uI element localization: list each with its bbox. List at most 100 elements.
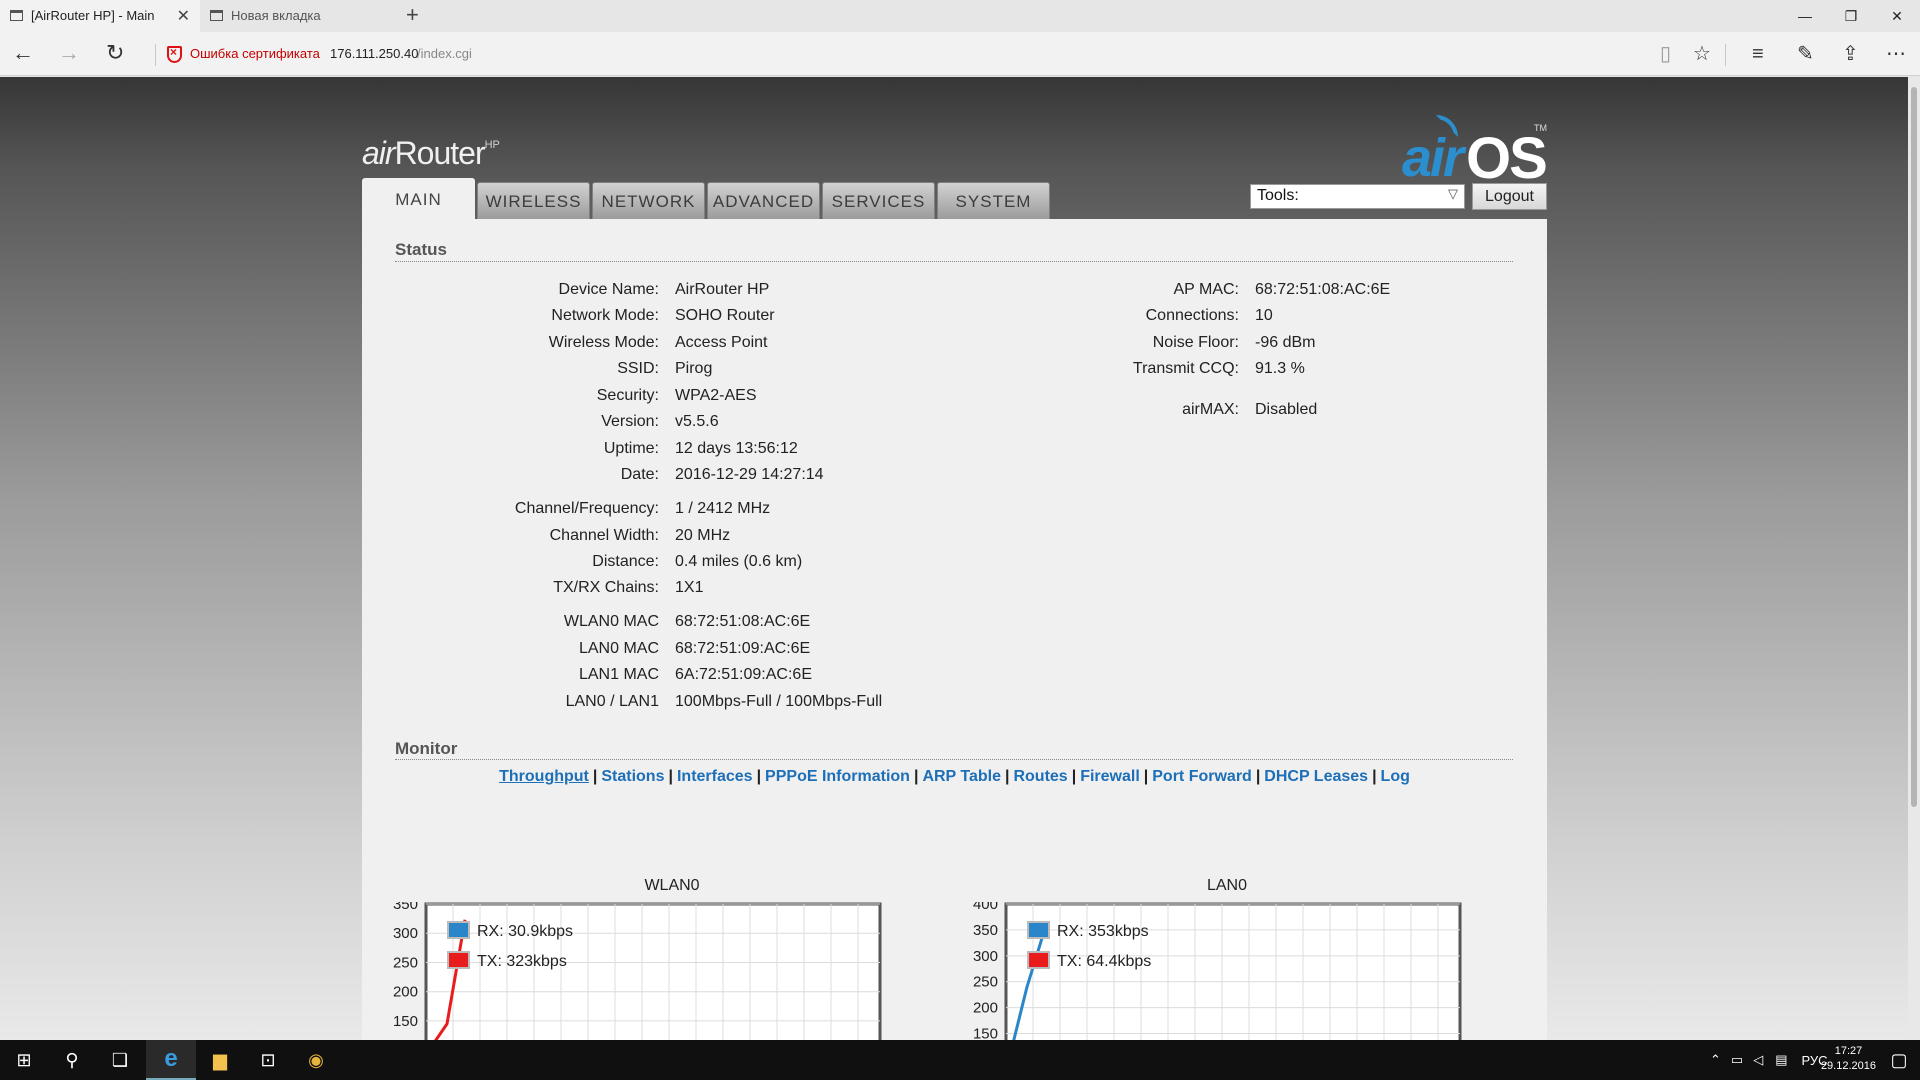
more-icon[interactable]: ⋯: [1886, 42, 1906, 66]
status-value: 10: [1255, 307, 1273, 324]
browser-tab-inactive[interactable]: Новая вкладка: [200, 0, 398, 32]
reading-view-icon[interactable]: ▯: [1660, 42, 1671, 66]
status-label: LAN1 MAC: [578, 666, 659, 683]
monitor-link-pppoe[interactable]: PPPoE Information: [765, 768, 910, 785]
monitor-link-routes[interactable]: Routes: [1013, 768, 1067, 785]
close-tab-icon[interactable]: ✕: [177, 6, 190, 26]
forward-arrow-icon[interactable]: →: [58, 41, 80, 65]
status-label: Connections:: [1145, 307, 1239, 324]
chrome-icon[interactable]: ◉: [292, 1040, 340, 1080]
divider: [155, 44, 156, 66]
clock-time: 17:27: [1834, 1045, 1863, 1057]
certificate-error-label[interactable]: Ошибка сертификата: [190, 46, 320, 61]
status-label: LAN0 MAC: [578, 640, 659, 657]
monitor-link-stations[interactable]: Stations: [601, 768, 664, 785]
link-separator: |: [1143, 768, 1149, 785]
status-label: Transmit CCQ:: [1132, 360, 1239, 377]
search-icon[interactable]: ⚲: [48, 1040, 96, 1080]
address-bar: ← → ↻ Ошибка сертификата 176.111.250.40 …: [0, 32, 1920, 76]
monitor-link-log[interactable]: Log: [1381, 768, 1410, 785]
main-nav-tabs: MAIN WIRELESS NETWORK ADVANCED SERVICES …: [362, 178, 1052, 220]
y-tick-label: 350: [393, 902, 418, 913]
tab-services[interactable]: SERVICES: [822, 182, 935, 220]
status-value: 2016-12-29 14:27:14: [675, 466, 824, 483]
back-arrow-icon[interactable]: ←: [12, 41, 34, 65]
taskbar-clock[interactable]: 17:27 29.12.2016: [1821, 1044, 1876, 1074]
status-label: Channel Width:: [549, 527, 659, 544]
favorite-star-icon[interactable]: ☆: [1693, 42, 1711, 66]
page-viewport: airRouterHP air OS TM MAIN WIRELESS NETW…: [0, 77, 1920, 1040]
browser-tab-bar: [AirRouter HP] - Main ✕ Новая вкладка + …: [0, 0, 1920, 32]
new-tab-button[interactable]: +: [406, 3, 419, 27]
share-icon[interactable]: ⇪: [1842, 42, 1859, 66]
status-value: 1 / 2412 MHz: [675, 500, 771, 517]
y-tick-label: 200: [393, 984, 418, 1001]
legend-swatch: [1027, 921, 1050, 939]
hub-icon[interactable]: ≡: [1752, 42, 1764, 66]
legend-swatch: [1027, 951, 1050, 969]
scrollbar-thumb[interactable]: [1911, 87, 1917, 807]
tab-title: Новая вкладка: [231, 8, 321, 23]
network-icon[interactable]: ▭: [1731, 1052, 1743, 1068]
chart-title-wlan0: WLAN0: [644, 877, 700, 894]
edge-browser-icon[interactable]: e: [146, 1040, 196, 1080]
chevron-down-icon: ▽: [1448, 186, 1458, 201]
tab-system[interactable]: SYSTEM: [937, 182, 1050, 220]
y-tick-label: 150: [393, 1013, 418, 1030]
y-tick-label: 350: [973, 922, 998, 939]
page-scrollbar[interactable]: [1908, 77, 1920, 1040]
certificate-error-icon[interactable]: [167, 45, 182, 63]
lan0-throughput-chart: 50100150200250300350400RX: 353kbpsTX: 64…: [973, 902, 1462, 1040]
status-value: 91.3 %: [1255, 360, 1305, 377]
legend-label: TX: 323kbps: [477, 953, 567, 970]
monitor-link-firewall[interactable]: Firewall: [1080, 768, 1140, 785]
status-value: 68:72:51:08:AC:6E: [1255, 281, 1391, 298]
notification-center-icon[interactable]: ▢: [1878, 1040, 1920, 1080]
link-separator: |: [913, 768, 919, 785]
store-icon[interactable]: ⊡: [244, 1040, 292, 1080]
tools-dropdown[interactable]: Tools: ▽: [1250, 184, 1465, 209]
status-label: LAN0 / LAN1: [565, 693, 659, 710]
url-host[interactable]: 176.111.250.40: [330, 46, 418, 61]
messages-icon[interactable]: ▤: [1775, 1052, 1787, 1068]
task-view-icon[interactable]: ❏: [96, 1040, 144, 1080]
start-windows-icon[interactable]: ⊞: [0, 1040, 48, 1080]
link-separator: |: [756, 768, 762, 785]
refresh-icon[interactable]: ↻: [106, 41, 124, 65]
status-value: 6A:72:51:09:AC:6E: [675, 666, 812, 683]
monitor-link-throughput[interactable]: Throughput: [499, 768, 589, 785]
volume-icon[interactable]: ◁: [1753, 1052, 1763, 1068]
url-path[interactable]: /index.cgi: [417, 46, 472, 61]
legend-label: RX: 30.9kbps: [477, 923, 573, 940]
tab-main[interactable]: MAIN: [362, 178, 475, 220]
browser-tab-active[interactable]: [AirRouter HP] - Main ✕: [0, 0, 200, 32]
minimize-icon[interactable]: —: [1782, 0, 1828, 32]
windows-taskbar: ⊞ ⚲ ❏ e ▆ ⊡ ◉ ⌃ ▭ ◁ ▤ РУС 17:27 29.12.20…: [0, 1040, 1920, 1080]
status-label: Uptime:: [603, 440, 659, 457]
tab-network[interactable]: NETWORK: [592, 182, 705, 220]
status-section-title: Status: [395, 240, 447, 259]
y-tick-label: 300: [393, 925, 418, 942]
status-value: 100Mbps-Full / 100Mbps-Full: [675, 693, 883, 710]
monitor-link-port-forward[interactable]: Port Forward: [1152, 768, 1252, 785]
status-value: 1X1: [675, 579, 704, 596]
web-note-icon[interactable]: ✎: [1797, 42, 1814, 66]
y-tick-label: 250: [393, 954, 418, 971]
tab-advanced[interactable]: ADVANCED: [707, 182, 820, 220]
chart-title-lan0: LAN0: [1206, 877, 1248, 894]
page-icon: [210, 10, 223, 21]
restore-icon[interactable]: ❐: [1828, 0, 1874, 32]
tab-title: [AirRouter HP] - Main: [31, 8, 155, 23]
brand-air-text: air: [1402, 128, 1464, 188]
monitor-link-interfaces[interactable]: Interfaces: [677, 768, 753, 785]
status-value: Disabled: [1255, 401, 1318, 418]
window-controls: — ❐ ✕: [1782, 0, 1920, 32]
show-hidden-icons-icon[interactable]: ⌃: [1710, 1052, 1721, 1068]
close-window-icon[interactable]: ✕: [1874, 0, 1920, 32]
file-explorer-icon[interactable]: ▆: [196, 1040, 244, 1080]
logout-button[interactable]: Logout: [1472, 183, 1547, 210]
tab-wireless[interactable]: WIRELESS: [477, 182, 590, 220]
monitor-link-dhcp-leases[interactable]: DHCP Leases: [1264, 768, 1368, 785]
monitor-link-arp-table[interactable]: ARP Table: [922, 768, 1001, 785]
status-value: 68:72:51:09:AC:6E: [675, 640, 811, 657]
